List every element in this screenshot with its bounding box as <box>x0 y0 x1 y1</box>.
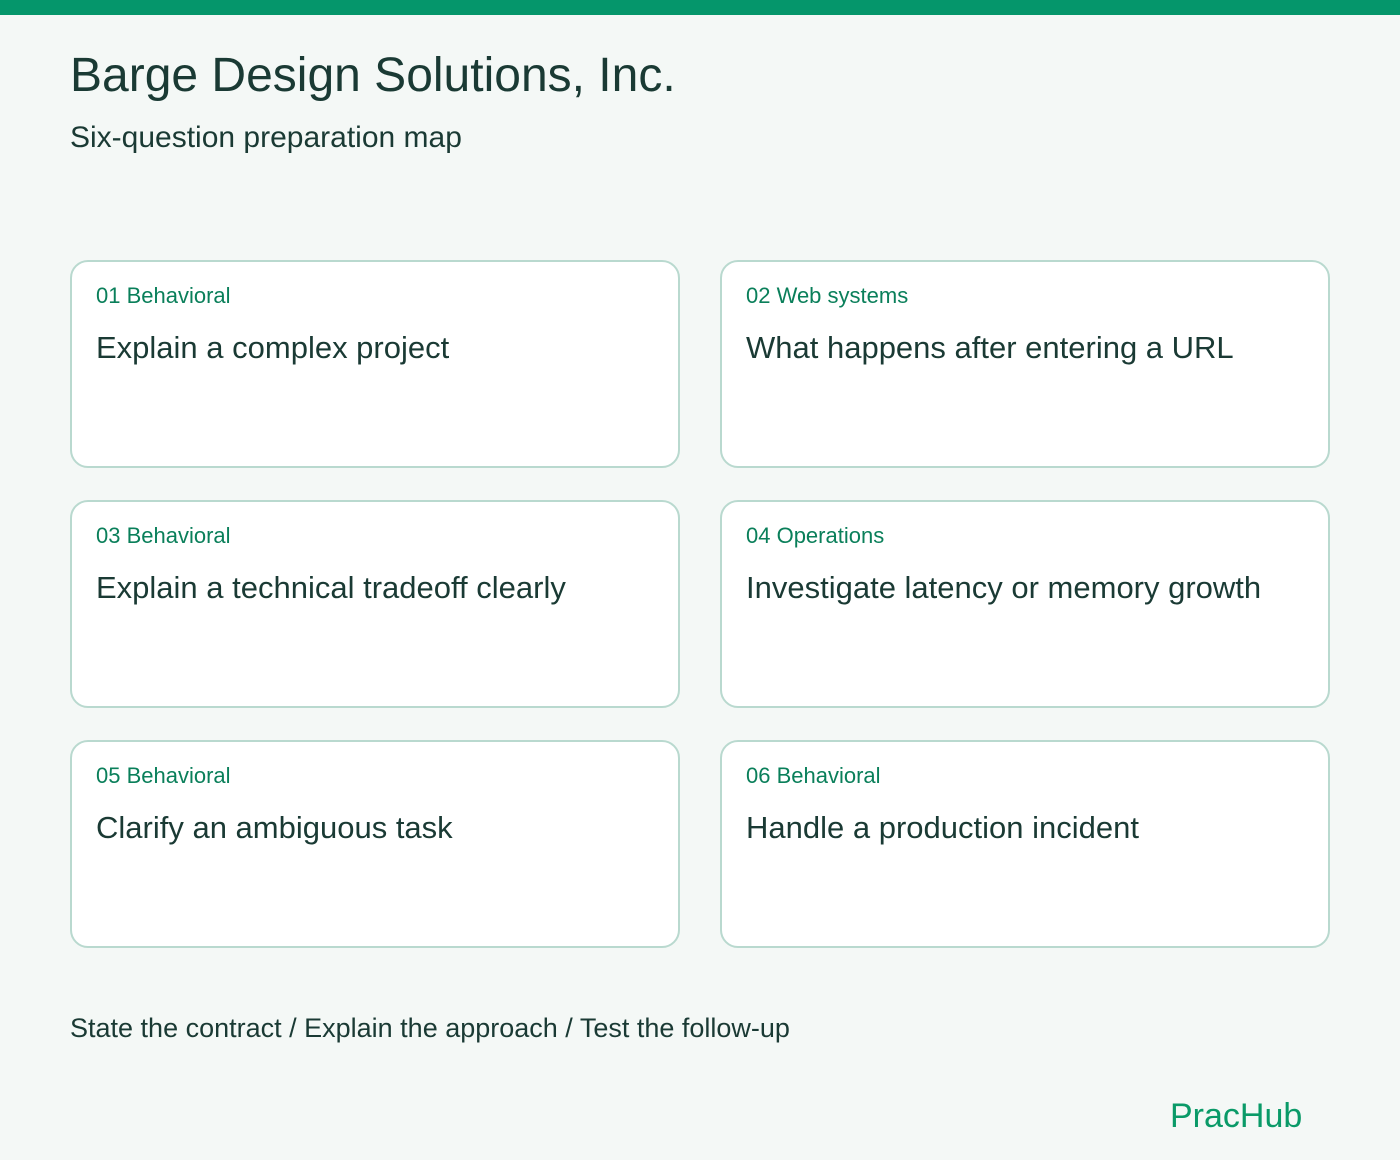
top-accent-bar <box>0 0 1400 15</box>
question-text: Clarify an ambiguous task <box>96 810 453 845</box>
footer-steps: State the contract / Explain the approac… <box>70 1013 790 1043</box>
question-tag: 01 Behavioral <box>96 283 231 308</box>
question-tag: 03 Behavioral <box>96 523 231 548</box>
question-tag: 05 Behavioral <box>96 763 231 788</box>
question-card-grid: 01 Behavioral Explain a complex project … <box>70 260 1330 948</box>
question-tag: 06 Behavioral <box>746 763 881 788</box>
question-card-01[interactable]: 01 Behavioral Explain a complex project <box>70 260 680 468</box>
question-card-05[interactable]: 05 Behavioral Clarify an ambiguous task <box>70 740 680 948</box>
brand-logo-text: PracHub <box>1170 1097 1303 1135</box>
question-card-06[interactable]: 06 Behavioral Handle a production incide… <box>720 740 1330 948</box>
question-card-04[interactable]: 04 Operations Investigate latency or mem… <box>720 500 1330 708</box>
page-title: Barge Design Solutions, Inc. <box>70 49 676 102</box>
question-tag: 02 Web systems <box>746 283 909 308</box>
question-text: Explain a technical tradeoff clearly <box>96 570 566 605</box>
page-subtitle: Six-question preparation map <box>70 121 462 154</box>
question-tag: 04 Operations <box>746 523 885 548</box>
question-text: Investigate latency or memory growth <box>746 570 1262 605</box>
question-card-02[interactable]: 02 Web systems What happens after enteri… <box>720 260 1330 468</box>
question-card-03[interactable]: 03 Behavioral Explain a technical tradeo… <box>70 500 680 708</box>
question-text: Handle a production incident <box>746 810 1139 845</box>
question-text: Explain a complex project <box>96 330 450 365</box>
question-text: What happens after entering a URL <box>746 330 1234 365</box>
